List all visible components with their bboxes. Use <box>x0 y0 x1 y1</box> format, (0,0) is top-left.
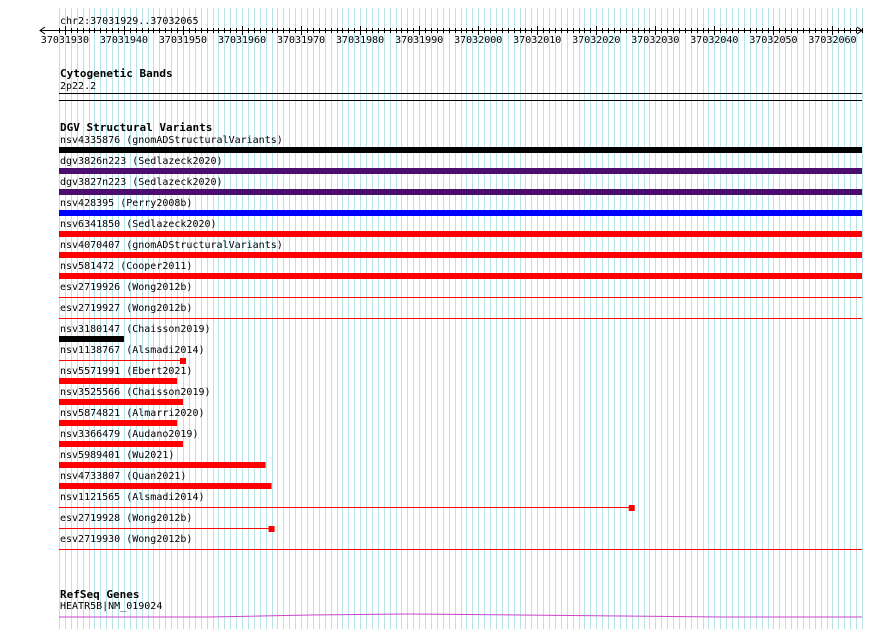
ruler-tick-label: 37031930 <box>40 35 89 46</box>
dgv-variant-label[interactable]: nsv4733807 (Quan2021) <box>60 471 186 482</box>
ruler-tick-label: 37031970 <box>276 35 326 46</box>
ruler-tick-label: 37032060 <box>808 35 857 46</box>
ruler-tick-label: 37031990 <box>395 35 444 46</box>
dgv-variant-label[interactable]: nsv3366479 (Audano2019) <box>60 429 198 440</box>
dgv-variant-label[interactable]: esv2719927 (Wong2012b) <box>60 303 192 314</box>
cytoband-label[interactable]: 2p22.2 <box>60 81 96 92</box>
dgv-variant-bar <box>59 273 862 279</box>
locus-label: chr2:37031929..37032065 <box>60 16 199 27</box>
dgv-variant-bar <box>59 336 124 342</box>
dgv-variant-label[interactable]: nsv4335876 (gnomADStructuralVariants) <box>60 135 283 146</box>
ruler-tick-label: 37032020 <box>572 35 621 46</box>
dgv-variant-end-block <box>628 505 635 511</box>
dgv-variant-label[interactable]: nsv5874821 (Almarri2020) <box>60 408 205 419</box>
dgv-variant-bar <box>59 399 183 405</box>
ruler-tick-label: 37031960 <box>217 35 267 46</box>
ruler-tick-label: 37032010 <box>513 35 562 46</box>
ruler-tick-label: 37031950 <box>158 35 208 46</box>
dgv-variant-label[interactable]: nsv5571991 (Ebert2021) <box>60 366 192 377</box>
dgv-variant-label[interactable]: nsv1138767 (Alsmadi2014) <box>60 345 205 356</box>
dgv-variant-label[interactable]: esv2719928 (Wong2012b) <box>60 513 192 524</box>
dgv-variant-bar <box>59 231 862 237</box>
dgv-variant-end-block <box>268 526 275 532</box>
refseq-track-title[interactable]: RefSeq Genes <box>60 589 139 601</box>
dgv-variant-bar <box>59 168 862 174</box>
dgv-variant-label[interactable]: dgv3826n223 (Sedlazeck2020) <box>60 156 223 167</box>
dgv-variant-bar <box>59 252 862 258</box>
ruler-tick-label: 37032030 <box>631 35 680 46</box>
dgv-variant-label[interactable]: dgv3827n223 (Sedlazeck2020) <box>60 177 223 188</box>
dgv-variant-bar <box>59 462 266 468</box>
dgv-variant-label[interactable]: nsv581472 (Cooper2011) <box>60 261 192 272</box>
ruler-tick-label: 37031940 <box>99 35 149 46</box>
ruler-tick-label: 37032000 <box>454 35 503 46</box>
ruler-tick-label: 37032040 <box>690 35 739 46</box>
dgv-variant-label[interactable]: nsv3180147 (Chaisson2019) <box>60 324 211 335</box>
cytogenetic-bands-title[interactable]: Cytogenetic Bands <box>60 68 173 80</box>
dgv-variant-bar <box>59 441 183 447</box>
ruler-tick-label: 37031980 <box>336 35 385 46</box>
dgv-variant-bar <box>59 210 862 216</box>
ruler-tick-label: 37032050 <box>749 35 798 46</box>
dgv-variant-bar <box>59 420 178 426</box>
dgv-variant-label[interactable]: nsv4070407 (gnomADStructuralVariants) <box>60 240 283 251</box>
dgv-variant-bar <box>59 147 862 153</box>
dgv-track-title[interactable]: DGV Structural Variants <box>60 122 212 134</box>
dgv-variant-bar <box>59 378 178 384</box>
dgv-variant-label[interactable]: nsv1121565 (Alsmadi2014) <box>60 492 205 503</box>
dgv-variant-label[interactable]: esv2719926 (Wong2012b) <box>60 282 192 293</box>
dgv-variant-label[interactable]: nsv428395 (Perry2008b) <box>60 198 192 209</box>
dgv-variant-end-block <box>179 358 186 364</box>
dgv-variant-label[interactable]: nsv6341850 (Sedlazeck2020) <box>60 219 217 230</box>
dgv-variant-label[interactable]: nsv5989401 (Wu2021) <box>60 450 174 461</box>
dgv-variant-bar <box>59 483 272 489</box>
dgv-variant-label[interactable]: nsv3525566 (Chaisson2019) <box>60 387 211 398</box>
refseq-gene-label[interactable]: HEATR5B|NM_019024 <box>60 601 162 612</box>
dgv-variant-label[interactable]: esv2719930 (Wong2012b) <box>60 534 192 545</box>
refseq-gene-line <box>59 613 862 618</box>
dgv-variant-bar <box>59 189 862 195</box>
